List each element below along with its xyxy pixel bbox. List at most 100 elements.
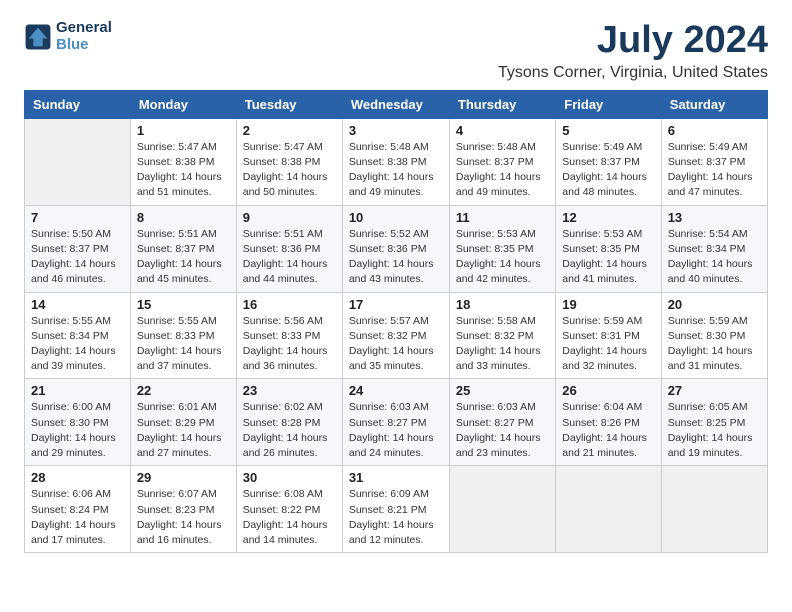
day-number: 4	[456, 123, 549, 138]
day-number: 30	[243, 470, 336, 485]
day-info: Sunrise: 5:47 AM Sunset: 8:38 PM Dayligh…	[137, 140, 230, 201]
day-number: 14	[31, 297, 124, 312]
day-number: 7	[31, 210, 124, 225]
calendar-cell: 21 Sunrise: 6:00 AM Sunset: 8:30 PM Dayli…	[25, 379, 131, 466]
calendar-cell: 16Sunrise: 5:56 AM Sunset: 8:33 PM Dayli…	[236, 292, 342, 379]
day-info: Sunrise: 5:49 AM Sunset: 8:37 PM Dayligh…	[668, 140, 761, 201]
day-number: 11	[456, 210, 549, 225]
day-number: 10	[349, 210, 443, 225]
day-info: Sunrise: 6:06 AM Sunset: 8:24 PM Dayligh…	[31, 487, 124, 548]
day-info: Sunrise: 5:51 AM Sunset: 8:37 PM Dayligh…	[137, 227, 230, 288]
day-number: 2	[243, 123, 336, 138]
month-title: July 2024	[498, 20, 768, 62]
day-number: 16	[243, 297, 336, 312]
calendar-body: 1 Sunrise: 5:47 AM Sunset: 8:38 PM Daylig…	[25, 118, 768, 552]
day-info: Sunrise: 6:00 AM Sunset: 8:30 PM Dayligh…	[31, 400, 124, 461]
day-info: Sunrise: 5:57 AM Sunset: 8:32 PM Dayligh…	[349, 314, 443, 375]
calendar-cell: 10Sunrise: 5:52 AM Sunset: 8:36 PM Dayli…	[342, 205, 449, 292]
day-info: Sunrise: 5:49 AM Sunset: 8:37 PM Dayligh…	[562, 140, 654, 201]
calendar-cell: 8 Sunrise: 5:51 AM Sunset: 8:37 PM Daylig…	[130, 205, 236, 292]
header: General Blue July 2024 Tysons Corner, Vi…	[24, 20, 768, 82]
calendar-cell: 19Sunrise: 5:59 AM Sunset: 8:31 PM Dayli…	[556, 292, 661, 379]
day-info: Sunrise: 5:48 AM Sunset: 8:37 PM Dayligh…	[456, 140, 549, 201]
day-number: 1	[137, 123, 230, 138]
calendar-cell: 31 Sunrise: 6:09 AM Sunset: 8:21 PM Dayli…	[342, 466, 449, 553]
calendar-cell: 13 Sunrise: 5:54 AM Sunset: 8:34 PM Dayli…	[661, 205, 767, 292]
calendar-cell: 27 Sunrise: 6:05 AM Sunset: 8:25 PM Dayli…	[661, 379, 767, 466]
calendar-header-row: SundayMondayTuesdayWednesdayThursdayFrid…	[25, 90, 768, 118]
header-day-monday: Monday	[130, 90, 236, 118]
day-info: Sunrise: 5:53 AM Sunset: 8:35 PM Dayligh…	[456, 227, 549, 288]
calendar-cell: 1 Sunrise: 5:47 AM Sunset: 8:38 PM Daylig…	[130, 118, 236, 205]
week-row-5: 28 Sunrise: 6:06 AM Sunset: 8:24 PM Dayli…	[25, 466, 768, 553]
day-number: 19	[562, 297, 654, 312]
calendar-cell	[556, 466, 661, 553]
day-info: Sunrise: 6:05 AM Sunset: 8:25 PM Dayligh…	[668, 400, 761, 461]
calendar-cell: 14 Sunrise: 5:55 AM Sunset: 8:34 PM Dayli…	[25, 292, 131, 379]
calendar-cell: 12 Sunrise: 5:53 AM Sunset: 8:35 PM Dayli…	[556, 205, 661, 292]
logo-icon	[24, 23, 52, 51]
week-row-2: 7 Sunrise: 5:50 AM Sunset: 8:37 PM Daylig…	[25, 205, 768, 292]
calendar-cell: 23 Sunrise: 6:02 AM Sunset: 8:28 PM Dayli…	[236, 379, 342, 466]
day-info: Sunrise: 5:47 AM Sunset: 8:38 PM Dayligh…	[243, 140, 336, 201]
day-number: 20	[668, 297, 761, 312]
day-number: 9	[243, 210, 336, 225]
week-row-4: 21 Sunrise: 6:00 AM Sunset: 8:30 PM Dayli…	[25, 379, 768, 466]
day-number: 13	[668, 210, 761, 225]
day-info: Sunrise: 5:55 AM Sunset: 8:34 PM Dayligh…	[31, 314, 124, 375]
header-day-saturday: Saturday	[661, 90, 767, 118]
calendar-cell: 24Sunrise: 6:03 AM Sunset: 8:27 PM Dayli…	[342, 379, 449, 466]
header-day-sunday: Sunday	[25, 90, 131, 118]
day-number: 23	[243, 383, 336, 398]
day-number: 5	[562, 123, 654, 138]
day-number: 27	[668, 383, 761, 398]
day-info: Sunrise: 6:01 AM Sunset: 8:29 PM Dayligh…	[137, 400, 230, 461]
day-number: 28	[31, 470, 124, 485]
day-info: Sunrise: 6:07 AM Sunset: 8:23 PM Dayligh…	[137, 487, 230, 548]
day-number: 17	[349, 297, 443, 312]
location-title: Tysons Corner, Virginia, United States	[498, 64, 768, 82]
day-number: 6	[668, 123, 761, 138]
day-info: Sunrise: 5:50 AM Sunset: 8:37 PM Dayligh…	[31, 227, 124, 288]
day-number: 24	[349, 383, 443, 398]
day-info: Sunrise: 6:08 AM Sunset: 8:22 PM Dayligh…	[243, 487, 336, 548]
day-info: Sunrise: 5:58 AM Sunset: 8:32 PM Dayligh…	[456, 314, 549, 375]
header-day-thursday: Thursday	[449, 90, 555, 118]
calendar-cell: 29 Sunrise: 6:07 AM Sunset: 8:23 PM Dayli…	[130, 466, 236, 553]
week-row-1: 1 Sunrise: 5:47 AM Sunset: 8:38 PM Daylig…	[25, 118, 768, 205]
day-number: 21	[31, 383, 124, 398]
title-area: July 2024 Tysons Corner, Virginia, Unite…	[498, 20, 768, 82]
day-info: Sunrise: 5:48 AM Sunset: 8:38 PM Dayligh…	[349, 140, 443, 201]
day-info: Sunrise: 6:09 AM Sunset: 8:21 PM Dayligh…	[349, 487, 443, 548]
day-info: Sunrise: 6:03 AM Sunset: 8:27 PM Dayligh…	[456, 400, 549, 461]
calendar-cell: 6 Sunrise: 5:49 AM Sunset: 8:37 PM Daylig…	[661, 118, 767, 205]
calendar-cell	[661, 466, 767, 553]
day-info: Sunrise: 5:54 AM Sunset: 8:34 PM Dayligh…	[668, 227, 761, 288]
calendar-cell: 22Sunrise: 6:01 AM Sunset: 8:29 PM Dayli…	[130, 379, 236, 466]
calendar-cell: 5 Sunrise: 5:49 AM Sunset: 8:37 PM Daylig…	[556, 118, 661, 205]
calendar-cell: 11 Sunrise: 5:53 AM Sunset: 8:35 PM Dayli…	[449, 205, 555, 292]
calendar-cell: 9 Sunrise: 5:51 AM Sunset: 8:36 PM Daylig…	[236, 205, 342, 292]
day-number: 31	[349, 470, 443, 485]
calendar-cell	[25, 118, 131, 205]
header-day-friday: Friday	[556, 90, 661, 118]
calendar-cell: 30 Sunrise: 6:08 AM Sunset: 8:22 PM Dayli…	[236, 466, 342, 553]
logo: General Blue	[24, 20, 112, 53]
day-number: 8	[137, 210, 230, 225]
calendar-cell: 2 Sunrise: 5:47 AM Sunset: 8:38 PM Daylig…	[236, 118, 342, 205]
header-day-tuesday: Tuesday	[236, 90, 342, 118]
day-info: Sunrise: 6:02 AM Sunset: 8:28 PM Dayligh…	[243, 400, 336, 461]
calendar-cell	[449, 466, 555, 553]
day-number: 18	[456, 297, 549, 312]
day-number: 12	[562, 210, 654, 225]
calendar: SundayMondayTuesdayWednesdayThursdayFrid…	[24, 90, 768, 553]
calendar-cell: 20 Sunrise: 5:59 AM Sunset: 8:30 PM Dayli…	[661, 292, 767, 379]
day-info: Sunrise: 5:51 AM Sunset: 8:36 PM Dayligh…	[243, 227, 336, 288]
day-number: 26	[562, 383, 654, 398]
day-info: Sunrise: 5:59 AM Sunset: 8:30 PM Dayligh…	[668, 314, 761, 375]
day-number: 25	[456, 383, 549, 398]
day-info: Sunrise: 5:53 AM Sunset: 8:35 PM Dayligh…	[562, 227, 654, 288]
header-day-wednesday: Wednesday	[342, 90, 449, 118]
day-number: 29	[137, 470, 230, 485]
day-number: 15	[137, 297, 230, 312]
